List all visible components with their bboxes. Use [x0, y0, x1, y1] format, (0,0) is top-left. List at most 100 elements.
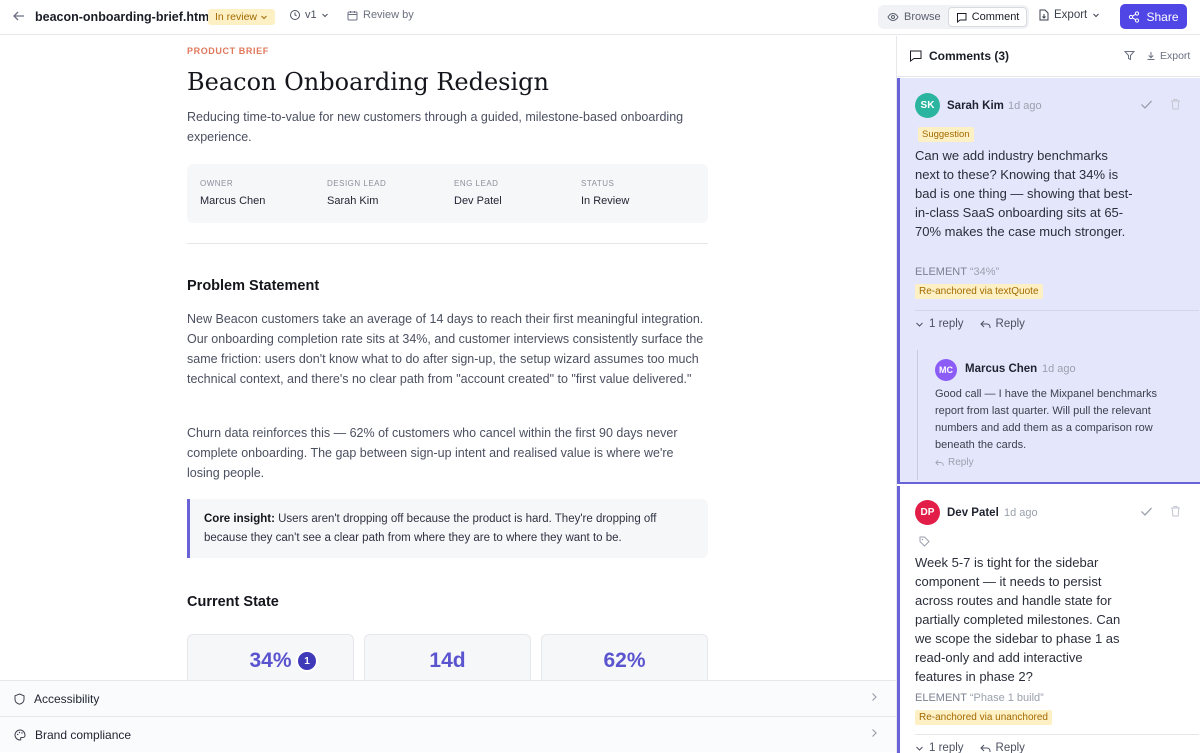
comment-thread[interactable]: DP Dev Patel 1d ago Week 5-7 is tight fo… — [897, 486, 1200, 753]
current-state-heading: Current State — [187, 594, 279, 610]
resolve-check-icon[interactable] — [1140, 99, 1153, 110]
trash-icon[interactable] — [1170, 505, 1181, 517]
metadata-card: OWNER Marcus Chen DESIGN LEAD Sarah Kim … — [187, 164, 708, 223]
comments-header: Comments (3) Export — [897, 36, 1200, 77]
review-by-button[interactable]: Review by — [347, 9, 414, 21]
stat-card[interactable]: 14d — [364, 634, 531, 680]
reply-time: 1d ago — [1042, 363, 1076, 375]
reply-item: MC Marcus Chen 1d ago Good call — I have… — [917, 350, 1200, 480]
meta-label: ENG LEAD — [454, 179, 499, 188]
comment-thread[interactable]: SK Sarah Kim 1d ago Suggestion Can we ad… — [897, 78, 1200, 484]
reply-label: Reply — [995, 742, 1025, 753]
stat-value: 62% — [603, 649, 646, 672]
comment-author: Sarah Kim — [947, 100, 1004, 112]
document-canvas: PRODUCT BRIEF Beacon Onboarding Redesign… — [0, 36, 896, 680]
review-by-label: Review by — [363, 9, 414, 21]
brand-compliance-panel[interactable]: Brand compliance — [0, 716, 896, 752]
anchor-status-tag: Re-anchored via textQuote — [915, 284, 1043, 299]
thread-actions: 1 reply Reply — [915, 742, 1025, 753]
export-label: Export — [1054, 9, 1088, 21]
meta-eng-lead: ENG LEAD Dev Patel — [454, 179, 502, 207]
stat-card[interactable]: 34% 1 — [187, 634, 354, 680]
comments-export-label: Export — [1160, 50, 1191, 62]
chevron-down-icon — [916, 746, 923, 751]
comment-time: 1d ago — [1008, 100, 1042, 112]
comment-mode-button[interactable]: Comment — [947, 7, 1028, 27]
divider — [915, 310, 1199, 311]
reply-arrow-icon — [979, 744, 991, 752]
chevron-right-icon — [870, 692, 878, 702]
stat-value: 34% — [249, 649, 292, 672]
page-title: Beacon Onboarding Redesign — [187, 68, 549, 96]
divider — [915, 734, 1199, 735]
toggle-replies-button[interactable]: 1 reply — [915, 318, 964, 330]
comment-icon — [956, 12, 967, 23]
element-quote: “34%” — [969, 266, 1000, 278]
share-label: Share — [1146, 9, 1179, 24]
reply-to-reply-button[interactable]: Reply — [935, 457, 974, 468]
browse-mode-button[interactable]: Browse — [880, 7, 948, 27]
comment-marker-badge[interactable]: 1 — [296, 650, 318, 672]
meta-value: Sarah Kim — [327, 195, 379, 207]
insight-label: Core insight: — [204, 513, 275, 525]
toggle-replies-button[interactable]: 1 reply — [915, 742, 964, 753]
meta-owner: OWNER Marcus Chen — [200, 179, 265, 207]
reply-label: Reply — [995, 318, 1025, 330]
reply-button[interactable]: Reply — [979, 318, 1025, 330]
calendar-icon — [347, 10, 358, 20]
export-dropdown[interactable]: Export — [1038, 9, 1100, 21]
problem-paragraph-1: New Beacon customers take an average of … — [187, 312, 704, 386]
comments-export-button[interactable]: Export — [1146, 50, 1190, 62]
comment-icon — [910, 50, 922, 62]
reply-arrow-icon — [935, 459, 944, 466]
reply-button[interactable]: Reply — [979, 742, 1025, 753]
filter-icon[interactable] — [1124, 50, 1135, 61]
history-icon — [290, 10, 300, 20]
chevron-down-icon — [261, 15, 267, 20]
element-reference: ELEMENT “34%” — [915, 266, 999, 278]
back-arrow-icon[interactable] — [12, 9, 26, 23]
element-label: ELEMENT — [915, 266, 967, 278]
version-label: v1 — [305, 9, 317, 21]
status-dropdown[interactable]: In review — [208, 9, 276, 25]
reply-author: Marcus Chen — [965, 363, 1038, 375]
mode-toggle: Browse Comment — [878, 5, 1030, 29]
meta-value: Marcus Chen — [200, 195, 266, 207]
comment-time: 1d ago — [1004, 507, 1038, 519]
anchor-status-tag: Re-anchored via unanchored — [915, 710, 1052, 725]
problem-paragraph-2: Churn data reinforces this — 62% of cust… — [187, 426, 678, 480]
chevron-down-icon — [321, 13, 328, 18]
element-reference: ELEMENT “Phase 1 build” — [915, 692, 1044, 704]
chevron-down-icon — [916, 322, 923, 327]
comment-author: Dev Patel — [947, 507, 999, 519]
chevron-right-icon — [870, 728, 878, 738]
eye-icon — [887, 12, 899, 22]
meta-label: OWNER — [200, 179, 234, 188]
version-dropdown[interactable]: v1 — [289, 9, 329, 21]
accessibility-label: Accessibility — [34, 691, 100, 706]
meta-value: In Review — [581, 195, 630, 207]
meta-label: STATUS — [581, 179, 615, 188]
avatar: SK — [915, 93, 940, 118]
meta-label: DESIGN LEAD — [327, 179, 387, 188]
tag-icon — [919, 536, 930, 547]
problem-heading: Problem Statement — [187, 278, 320, 294]
reply-body: Good call — I have the Mixpanel benchmar… — [935, 388, 1157, 451]
core-insight-callout: Core insight: Users aren't dropping off … — [187, 499, 708, 558]
replies-count: 1 reply — [929, 318, 964, 330]
suggestion-tag: Suggestion — [918, 127, 974, 142]
comment-label: Comment — [971, 11, 1020, 23]
chevron-down-icon — [1093, 13, 1100, 18]
meta-value: Dev Patel — [454, 195, 502, 207]
avatar: MC — [935, 359, 957, 381]
palette-icon — [14, 728, 26, 741]
stat-card[interactable]: 62% — [541, 634, 708, 680]
accessibility-panel[interactable]: Accessibility — [0, 680, 896, 716]
element-quote: “Phase 1 build” — [969, 692, 1044, 704]
stat-value: 14d — [429, 649, 466, 672]
trash-icon[interactable] — [1170, 98, 1181, 110]
file-export-icon — [1039, 9, 1049, 21]
share-button[interactable]: Share — [1120, 4, 1187, 29]
resolve-check-icon[interactable] — [1140, 506, 1153, 517]
meta-status: STATUS In Review — [581, 179, 629, 207]
